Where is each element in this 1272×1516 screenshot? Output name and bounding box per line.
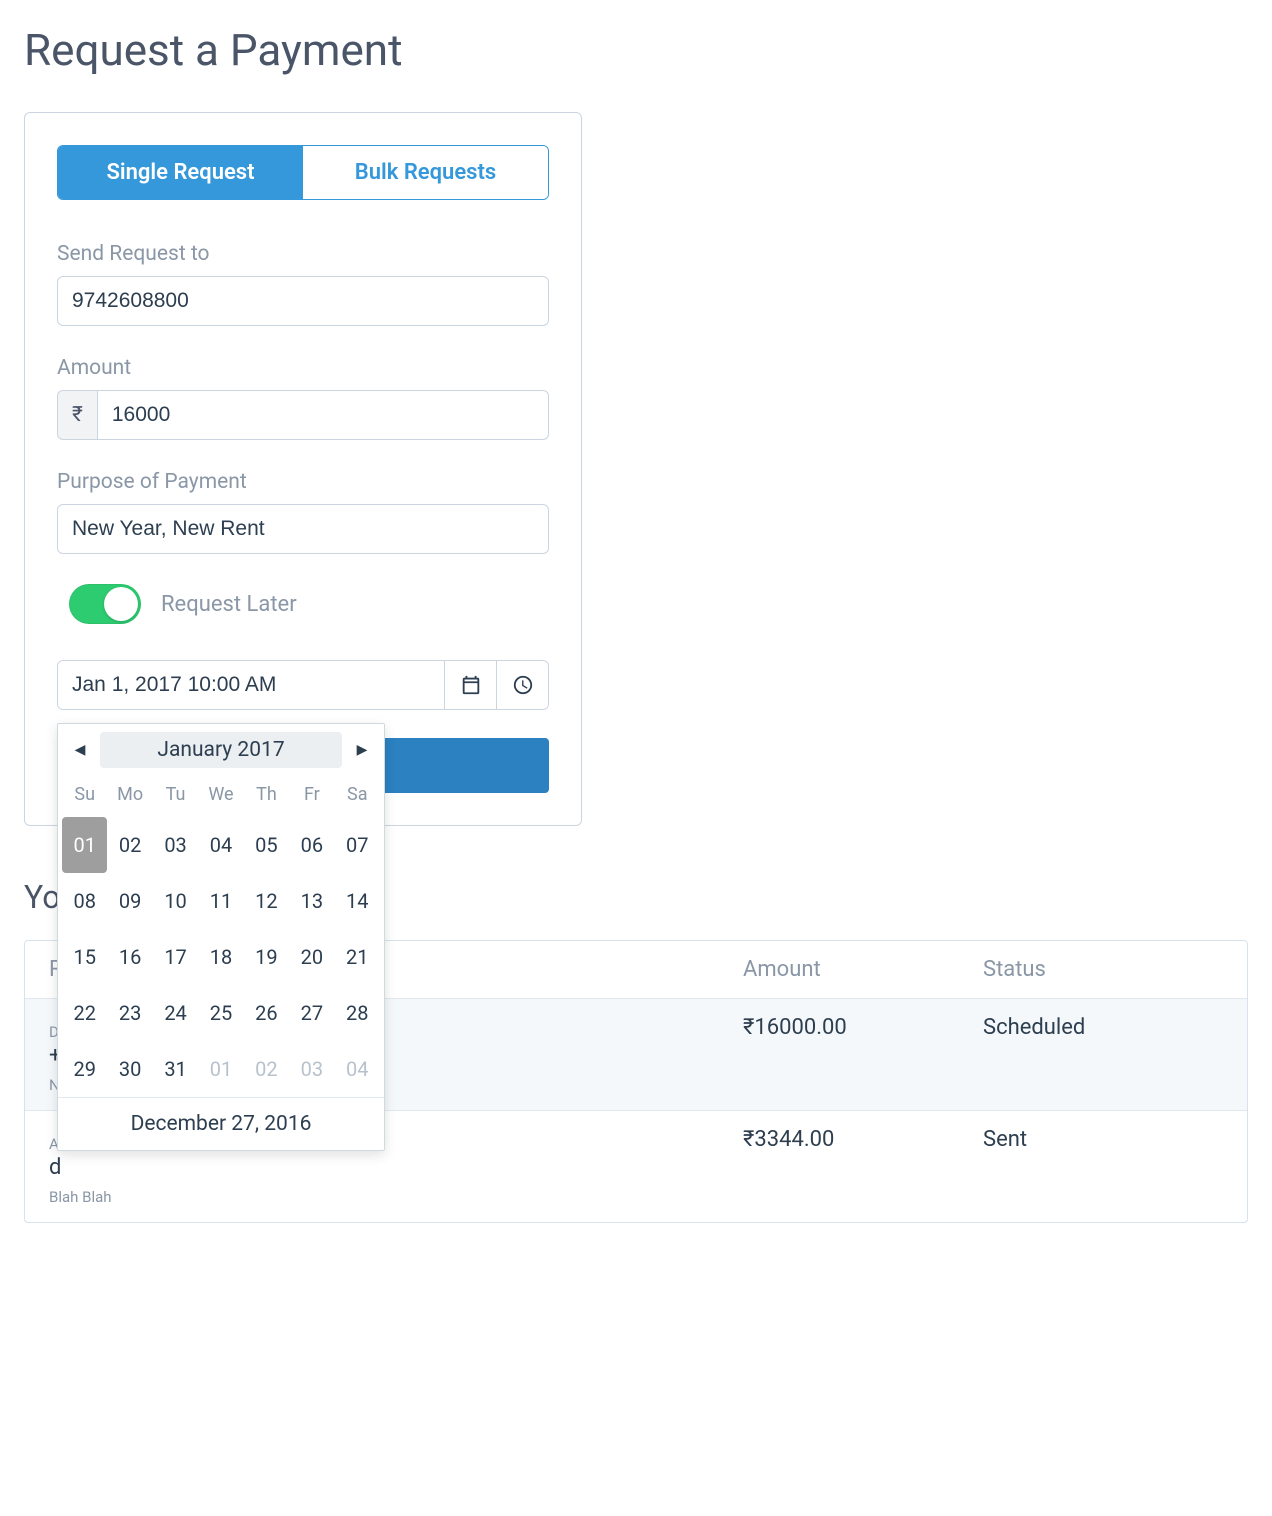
page-title: Request a Payment	[24, 24, 1248, 76]
calendar-next-button[interactable]: ▶	[348, 735, 376, 765]
calendar-day-cell[interactable]: 02	[107, 817, 152, 873]
amount-input-group: ₹	[57, 390, 549, 440]
calendar-popover: ◀ January 2017 ▶ SuMoTuWeThFrSa 01020304…	[57, 723, 385, 1151]
calendar-day-cell[interactable]: 18	[198, 929, 243, 985]
calendar-day-cell[interactable]: 13	[289, 873, 334, 929]
calendar-day-cell[interactable]: 19	[244, 929, 289, 985]
datetime-input-group	[57, 660, 549, 710]
request-form-card: Single Request Bulk Requests Send Reques…	[24, 112, 582, 826]
calendar-day-cell[interactable]: 17	[153, 929, 198, 985]
calendar-icon	[460, 674, 482, 696]
calendar-day-cell[interactable]: 31	[153, 1041, 198, 1097]
th-status: Status	[983, 957, 1223, 982]
purpose-label: Purpose of Payment	[57, 470, 549, 494]
clock-icon	[512, 674, 534, 696]
calendar-day-cell[interactable]: 10	[153, 873, 198, 929]
calendar-dow-cell: Su	[62, 774, 107, 817]
calendar-day-cell[interactable]: 26	[244, 985, 289, 1041]
calendar-day-cell[interactable]: 11	[198, 873, 243, 929]
request-type-tabs: Single Request Bulk Requests	[57, 145, 549, 200]
calendar-day-cell[interactable]: 02	[244, 1041, 289, 1097]
calendar-day-cell[interactable]: 25	[198, 985, 243, 1041]
request-later-toggle[interactable]	[69, 584, 141, 624]
calendar-dow-row: SuMoTuWeThFrSa	[58, 774, 384, 817]
calendar-day-cell[interactable]: 27	[289, 985, 334, 1041]
td-status: Scheduled	[983, 1015, 1223, 1040]
calendar-day-cell[interactable]: 03	[289, 1041, 334, 1097]
td-amount: ₹3344.00	[743, 1127, 983, 1152]
request-later-row: Request Later	[57, 584, 549, 624]
calendar-day-cell[interactable]: 03	[153, 817, 198, 873]
calendar-day-cell[interactable]: 06	[289, 817, 334, 873]
calendar-month-button[interactable]: January 2017	[100, 732, 342, 768]
datetime-input[interactable]	[58, 661, 444, 709]
calendar-dow-cell: Th	[244, 774, 289, 817]
calendar-day-cell[interactable]: 23	[107, 985, 152, 1041]
send-to-label: Send Request to	[57, 242, 549, 266]
currency-prefix: ₹	[57, 390, 97, 440]
calendar-day-cell[interactable]: 20	[289, 929, 334, 985]
chevron-right-icon: ▶	[357, 742, 368, 758]
calendar-day-cell[interactable]: 09	[107, 873, 152, 929]
calendar-dow-cell: Tu	[153, 774, 198, 817]
calendar-prev-button[interactable]: ◀	[66, 735, 94, 765]
calendar-day-cell[interactable]: 30	[107, 1041, 152, 1097]
th-amount: Amount	[743, 957, 983, 982]
calendar-day-cell[interactable]: 21	[335, 929, 380, 985]
calendar-dow-cell: Mo	[107, 774, 152, 817]
tab-single-request[interactable]: Single Request	[58, 146, 303, 199]
calendar-day-cell[interactable]: 08	[62, 873, 107, 929]
calendar-days-grid: 0102030405060708091011121314151617181920…	[58, 817, 384, 1097]
purpose-input[interactable]	[57, 504, 549, 554]
calendar-day-cell[interactable]: 15	[62, 929, 107, 985]
calendar-header: ◀ January 2017 ▶	[58, 732, 384, 774]
td-status: Sent	[983, 1127, 1223, 1152]
toggle-knob	[104, 587, 138, 621]
calendar-day-cell[interactable]: 16	[107, 929, 152, 985]
calendar-day-cell[interactable]: 05	[244, 817, 289, 873]
chevron-left-icon: ◀	[75, 742, 86, 758]
calendar-day-cell[interactable]: 12	[244, 873, 289, 929]
calendar-day-cell[interactable]: 14	[335, 873, 380, 929]
calendar-day-cell[interactable]: 29	[62, 1041, 107, 1097]
amount-label: Amount	[57, 356, 549, 380]
calendar-day-cell[interactable]: 28	[335, 985, 380, 1041]
tab-bulk-requests[interactable]: Bulk Requests	[303, 146, 548, 199]
calendar-day-cell[interactable]: 07	[335, 817, 380, 873]
calendar-day-cell[interactable]: 04	[198, 817, 243, 873]
request-later-label: Request Later	[161, 592, 297, 617]
send-to-input[interactable]	[57, 276, 549, 326]
clock-icon-button[interactable]	[496, 661, 548, 709]
amount-input[interactable]	[97, 390, 549, 440]
calendar-dow-cell: We	[198, 774, 243, 817]
calendar-dow-cell: Fr	[289, 774, 334, 817]
calendar-day-cell[interactable]: 01	[198, 1041, 243, 1097]
calendar-day-cell[interactable]: 04	[335, 1041, 380, 1097]
calendar-day-cell[interactable]: 01	[62, 817, 107, 873]
calendar-day-cell[interactable]: 22	[62, 985, 107, 1041]
calendar-today-button[interactable]: December 27, 2016	[58, 1097, 384, 1150]
td-amount: ₹16000.00	[743, 1015, 983, 1040]
calendar-dow-cell: Sa	[335, 774, 380, 817]
calendar-day-cell[interactable]: 24	[153, 985, 198, 1041]
calendar-icon-button[interactable]	[444, 661, 496, 709]
